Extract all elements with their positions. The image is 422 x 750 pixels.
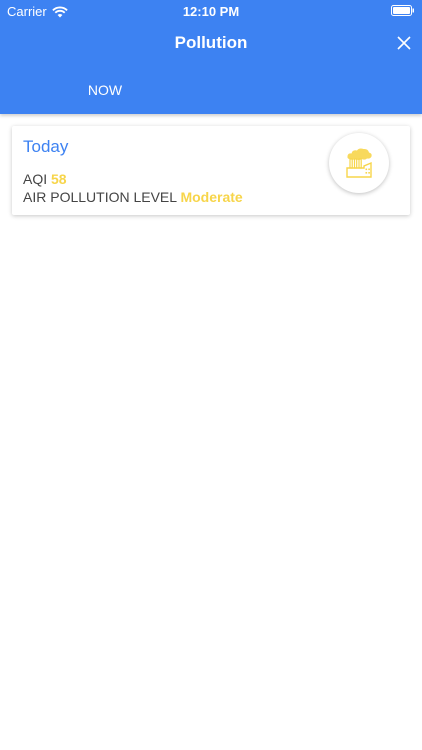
status-clock: 12:10 PM [182, 4, 240, 19]
page-title: Pollution [174, 33, 248, 52]
pollution-level-label: AIR POLLUTION LEVEL [23, 189, 177, 205]
close-button[interactable] [392, 31, 416, 55]
tab-now[interactable]: NOW [66, 74, 144, 106]
aqi-row: AQI 58 [23, 171, 67, 187]
pollution-level-row: AIR POLLUTION LEVEL Moderate [23, 189, 243, 205]
pollution-icon-badge [329, 133, 389, 193]
battery-icon [391, 5, 414, 16]
aqi-value: 58 [51, 171, 67, 187]
factory-pollution-icon [346, 148, 372, 178]
pollution-level-value: Moderate [180, 189, 243, 205]
status-bar: Carrier 12:10 PM [0, 0, 422, 22]
app-header: Carrier 12:10 PM Pollution NOW [0, 0, 422, 114]
close-icon [397, 36, 411, 50]
aqi-label: AQI [23, 171, 48, 187]
pollution-card[interactable]: Today AQI 58 AIR POLLUTION LEVEL Moderat… [12, 126, 410, 215]
card-title: Today [23, 137, 69, 156]
